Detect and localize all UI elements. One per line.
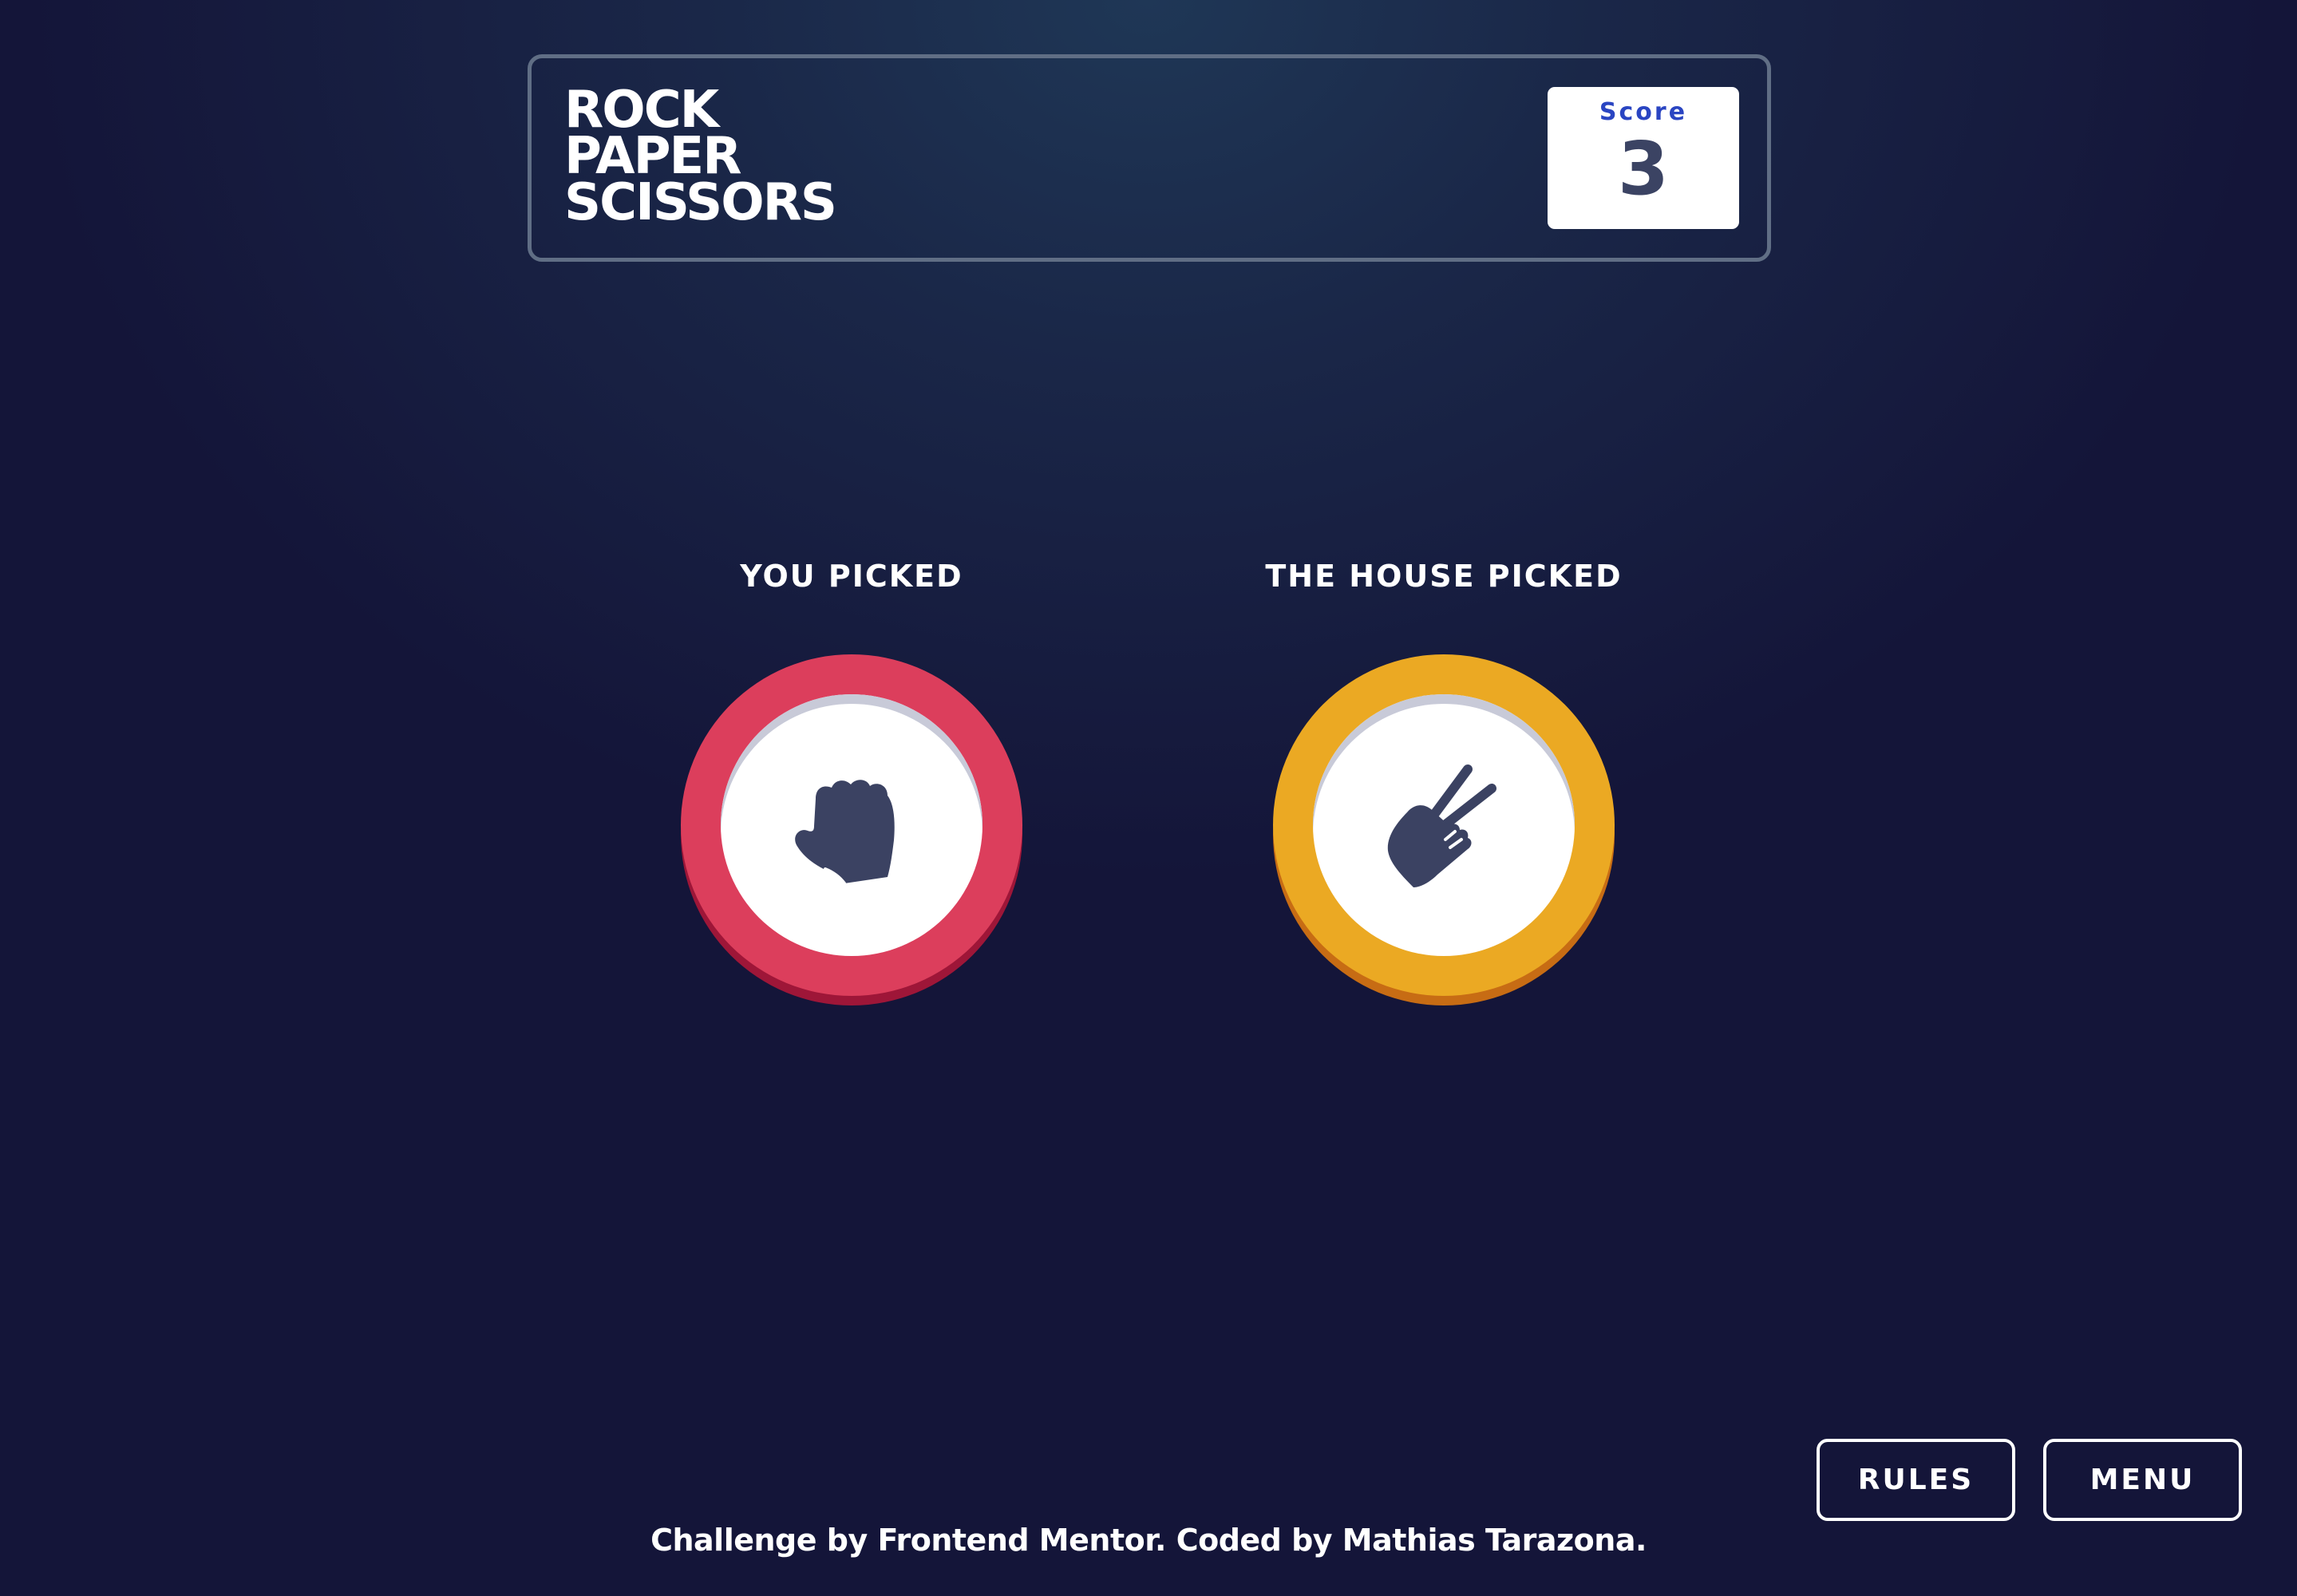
rock-fist-icon	[795, 780, 895, 885]
rules-button[interactable]: RULES	[1817, 1439, 2015, 1521]
token-face	[1313, 694, 1575, 956]
header: ROCK PAPER SCISSORS Score 3	[528, 54, 1771, 262]
house-picked-label: THE HOUSE PICKED	[1265, 559, 1623, 594]
score-value: 3	[1617, 126, 1669, 211]
score-label: Score	[1599, 98, 1688, 126]
game-title: ROCK PAPER SCISSORS	[564, 85, 837, 232]
token-face	[721, 694, 982, 956]
house-scissors-token	[1273, 654, 1615, 1005]
footer-credit: Challenge by Frontend Mentor. Coded by M…	[650, 1523, 1647, 1558]
scissors-hand-icon	[1387, 764, 1496, 887]
player-rock-token	[681, 654, 1022, 1005]
menu-button[interactable]: MENU	[2043, 1439, 2242, 1521]
title-line-scissors: SCISSORS	[564, 173, 837, 232]
score-box: Score 3	[1548, 87, 1739, 229]
you-picked-label: YOU PICKED	[740, 559, 963, 594]
